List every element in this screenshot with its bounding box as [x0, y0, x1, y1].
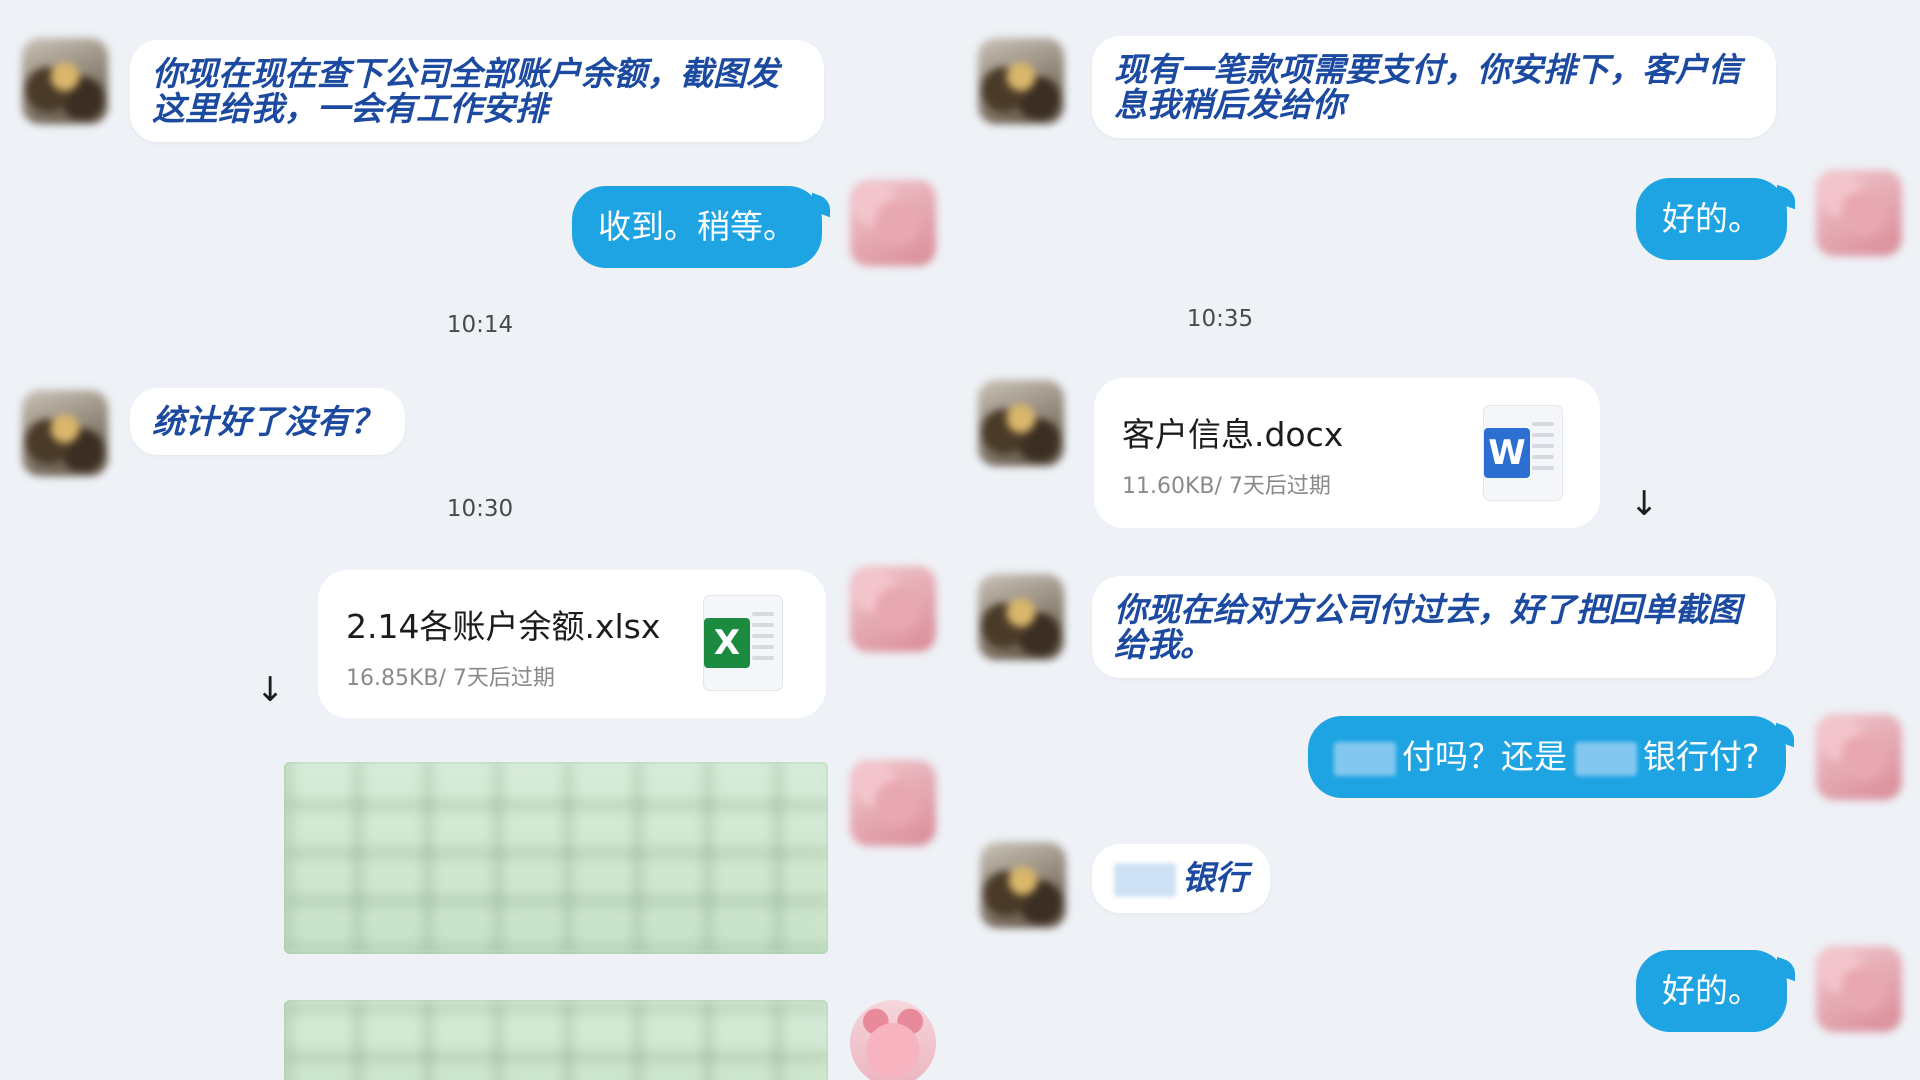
self-avatar[interactable]	[850, 1000, 936, 1080]
contact-avatar[interactable]	[980, 842, 1066, 928]
contact-avatar[interactable]	[978, 380, 1064, 466]
word-badge: W	[1484, 428, 1530, 478]
timestamp: 10:30	[446, 496, 514, 522]
file-attachment-docx[interactable]: 客户信息.docx 11.60KB/ 7天后过期 W	[1094, 378, 1600, 528]
timestamp: 10:14	[446, 312, 514, 338]
outgoing-message: 收到。稍等。	[572, 186, 822, 268]
message-text: 银行	[1182, 858, 1248, 897]
contact-avatar[interactable]	[978, 38, 1064, 124]
self-avatar[interactable]	[850, 180, 936, 266]
word-file-icon: W	[1484, 406, 1562, 500]
contact-avatar[interactable]	[978, 574, 1064, 660]
excel-file-icon: X	[704, 596, 782, 690]
redacted-text	[1575, 741, 1637, 776]
redacted-text	[1114, 862, 1176, 897]
outgoing-message: 好的。	[1636, 950, 1787, 1032]
file-name: 客户信息.docx	[1122, 415, 1344, 454]
incoming-message: 现有一笔款项需要支付，你安排下，客户信息我稍后发给你	[1092, 36, 1776, 138]
download-icon[interactable]: ↓	[1630, 484, 1659, 524]
file-meta: 11.60KB/ 7天后过期	[1122, 474, 1331, 499]
outgoing-message: 好的。	[1636, 178, 1787, 260]
chat-right-panel: 现有一笔款项需要支付，你安排下，客户信息我稍后发给你 好的。 10:35 客户信…	[960, 0, 1920, 1080]
excel-badge: X	[704, 618, 750, 668]
message-text: 银行付?	[1643, 737, 1760, 776]
incoming-message: 银行	[1092, 844, 1270, 913]
self-avatar[interactable]	[1816, 946, 1902, 1032]
self-avatar[interactable]	[850, 566, 936, 652]
file-attachment-xlsx[interactable]: 2.14各账户余额.xlsx 16.85KB/ 7天后过期 X	[318, 570, 826, 718]
incoming-message: 你现在现在查下公司全部账户余额，截图发这里给我，一会有工作安排	[130, 40, 824, 142]
incoming-message: 统计好了没有？	[130, 388, 405, 455]
self-avatar[interactable]	[1816, 714, 1902, 800]
file-meta: 16.85KB/ 7天后过期	[346, 666, 555, 691]
chat-left-panel: 你现在现在查下公司全部账户余额，截图发这里给我，一会有工作安排 收到。稍等。 1…	[0, 0, 960, 1080]
self-avatar[interactable]	[1816, 170, 1902, 256]
message-text: 付吗？还是	[1402, 737, 1567, 776]
redacted-text	[1334, 741, 1396, 776]
self-avatar[interactable]	[850, 760, 936, 846]
blurred-screenshot-image[interactable]	[284, 1000, 828, 1080]
outgoing-message: 付吗？还是 银行付?	[1308, 716, 1786, 798]
file-name: 2.14各账户余额.xlsx	[346, 607, 661, 646]
contact-avatar[interactable]	[22, 390, 108, 476]
blurred-screenshot-image[interactable]	[284, 762, 828, 954]
timestamp: 10:35	[1186, 306, 1254, 332]
download-icon[interactable]: ↓	[256, 670, 285, 710]
incoming-message: 你现在给对方公司付过去，好了把回单截图给我。	[1092, 576, 1776, 678]
contact-avatar[interactable]	[22, 38, 108, 124]
